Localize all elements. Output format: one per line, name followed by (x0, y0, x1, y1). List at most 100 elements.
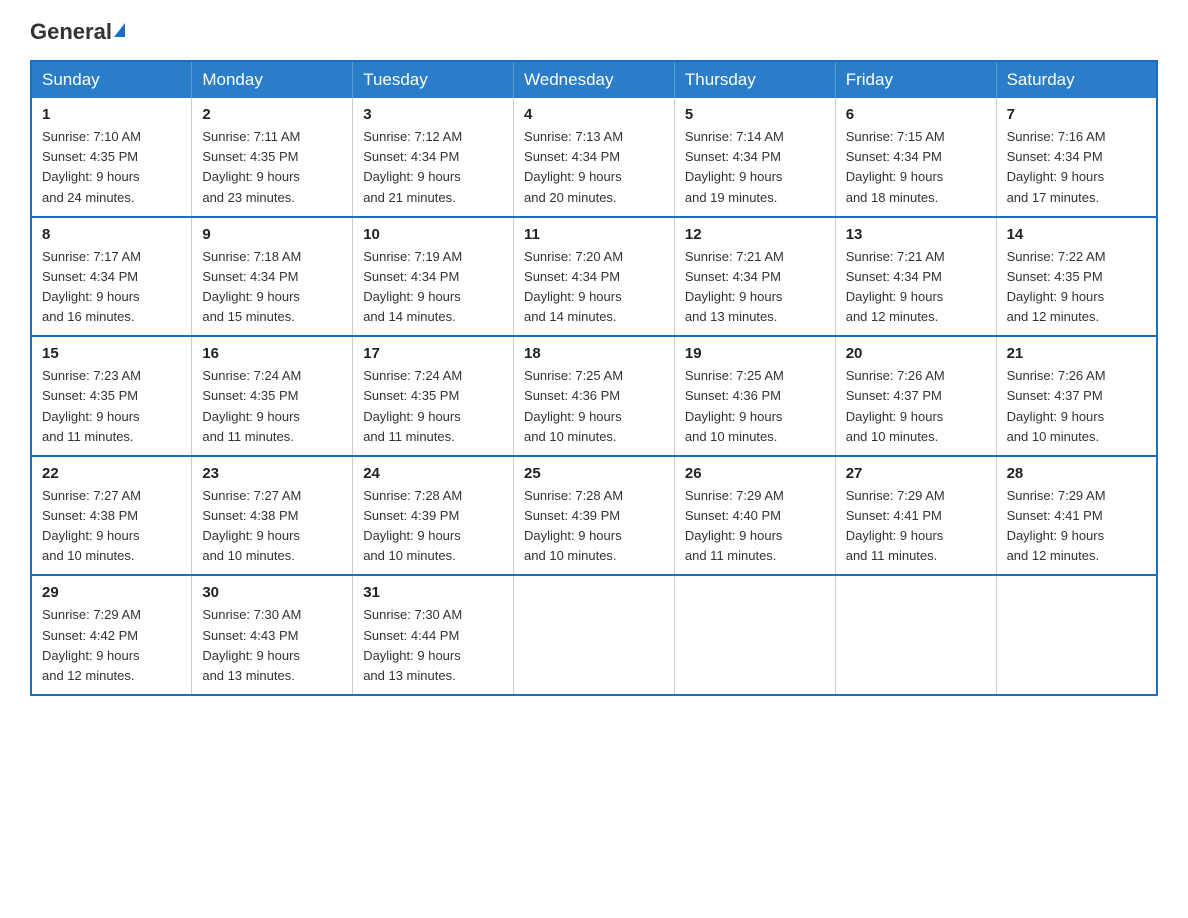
calendar-cell: 17 Sunrise: 7:24 AMSunset: 4:35 PMDayligh… (353, 336, 514, 456)
weekday-header-thursday: Thursday (674, 61, 835, 98)
day-info: Sunrise: 7:13 AMSunset: 4:34 PMDaylight:… (524, 127, 664, 208)
day-info: Sunrise: 7:28 AMSunset: 4:39 PMDaylight:… (363, 486, 503, 567)
weekday-header-monday: Monday (192, 61, 353, 98)
day-info: Sunrise: 7:26 AMSunset: 4:37 PMDaylight:… (1007, 366, 1146, 447)
calendar-cell: 29 Sunrise: 7:29 AMSunset: 4:42 PMDayligh… (31, 575, 192, 695)
day-info: Sunrise: 7:21 AMSunset: 4:34 PMDaylight:… (846, 247, 986, 328)
calendar-cell: 30 Sunrise: 7:30 AMSunset: 4:43 PMDayligh… (192, 575, 353, 695)
day-number: 16 (202, 345, 342, 362)
calendar-week-row: 8 Sunrise: 7:17 AMSunset: 4:34 PMDaylight… (31, 217, 1157, 337)
day-info: Sunrise: 7:15 AMSunset: 4:34 PMDaylight:… (846, 127, 986, 208)
day-number: 29 (42, 584, 181, 601)
day-number: 13 (846, 226, 986, 243)
day-number: 26 (685, 465, 825, 482)
day-info: Sunrise: 7:11 AMSunset: 4:35 PMDaylight:… (202, 127, 342, 208)
day-info: Sunrise: 7:29 AMSunset: 4:40 PMDaylight:… (685, 486, 825, 567)
day-info: Sunrise: 7:17 AMSunset: 4:34 PMDaylight:… (42, 247, 181, 328)
day-number: 8 (42, 226, 181, 243)
calendar-cell (996, 575, 1157, 695)
calendar-cell: 22 Sunrise: 7:27 AMSunset: 4:38 PMDayligh… (31, 456, 192, 576)
day-number: 18 (524, 345, 664, 362)
day-number: 6 (846, 106, 986, 123)
weekday-header-tuesday: Tuesday (353, 61, 514, 98)
day-info: Sunrise: 7:29 AMSunset: 4:41 PMDaylight:… (846, 486, 986, 567)
calendar-cell: 6 Sunrise: 7:15 AMSunset: 4:34 PMDaylight… (835, 98, 996, 217)
day-info: Sunrise: 7:26 AMSunset: 4:37 PMDaylight:… (846, 366, 986, 447)
calendar-cell: 10 Sunrise: 7:19 AMSunset: 4:34 PMDayligh… (353, 217, 514, 337)
day-info: Sunrise: 7:20 AMSunset: 4:34 PMDaylight:… (524, 247, 664, 328)
day-number: 14 (1007, 226, 1146, 243)
day-number: 11 (524, 226, 664, 243)
day-number: 25 (524, 465, 664, 482)
day-info: Sunrise: 7:22 AMSunset: 4:35 PMDaylight:… (1007, 247, 1146, 328)
day-info: Sunrise: 7:24 AMSunset: 4:35 PMDaylight:… (363, 366, 503, 447)
calendar-week-row: 22 Sunrise: 7:27 AMSunset: 4:38 PMDayligh… (31, 456, 1157, 576)
day-info: Sunrise: 7:25 AMSunset: 4:36 PMDaylight:… (685, 366, 825, 447)
day-info: Sunrise: 7:30 AMSunset: 4:43 PMDaylight:… (202, 605, 342, 686)
calendar-cell: 13 Sunrise: 7:21 AMSunset: 4:34 PMDayligh… (835, 217, 996, 337)
calendar-week-row: 1Sunrise: 7:10 AMSunset: 4:35 PMDaylight… (31, 98, 1157, 217)
day-number: 17 (363, 345, 503, 362)
weekday-header-row: SundayMondayTuesdayWednesdayThursdayFrid… (31, 61, 1157, 98)
calendar-cell: 31 Sunrise: 7:30 AMSunset: 4:44 PMDayligh… (353, 575, 514, 695)
day-info: Sunrise: 7:30 AMSunset: 4:44 PMDaylight:… (363, 605, 503, 686)
logo: General (30, 20, 125, 42)
calendar-cell (674, 575, 835, 695)
calendar-cell: 4 Sunrise: 7:13 AMSunset: 4:34 PMDaylight… (514, 98, 675, 217)
calendar-cell: 16 Sunrise: 7:24 AMSunset: 4:35 PMDayligh… (192, 336, 353, 456)
day-number: 4 (524, 106, 664, 123)
calendar-cell: 24 Sunrise: 7:28 AMSunset: 4:39 PMDayligh… (353, 456, 514, 576)
day-info: Sunrise: 7:23 AMSunset: 4:35 PMDaylight:… (42, 366, 181, 447)
calendar-cell: 14 Sunrise: 7:22 AMSunset: 4:35 PMDayligh… (996, 217, 1157, 337)
day-number: 30 (202, 584, 342, 601)
day-info: Sunrise: 7:18 AMSunset: 4:34 PMDaylight:… (202, 247, 342, 328)
day-info: Sunrise: 7:14 AMSunset: 4:34 PMDaylight:… (685, 127, 825, 208)
day-number: 10 (363, 226, 503, 243)
calendar-cell: 19 Sunrise: 7:25 AMSunset: 4:36 PMDayligh… (674, 336, 835, 456)
page-header: General (30, 20, 1158, 42)
weekday-header-wednesday: Wednesday (514, 61, 675, 98)
calendar-cell: 3 Sunrise: 7:12 AMSunset: 4:34 PMDaylight… (353, 98, 514, 217)
calendar-cell: 9Sunrise: 7:18 AMSunset: 4:34 PMDaylight… (192, 217, 353, 337)
day-number: 5 (685, 106, 825, 123)
day-info: Sunrise: 7:27 AMSunset: 4:38 PMDaylight:… (202, 486, 342, 567)
day-number: 27 (846, 465, 986, 482)
calendar-cell (835, 575, 996, 695)
calendar-cell: 18 Sunrise: 7:25 AMSunset: 4:36 PMDayligh… (514, 336, 675, 456)
day-info: Sunrise: 7:19 AMSunset: 4:34 PMDaylight:… (363, 247, 503, 328)
calendar-cell: 26 Sunrise: 7:29 AMSunset: 4:40 PMDayligh… (674, 456, 835, 576)
day-number: 15 (42, 345, 181, 362)
day-number: 12 (685, 226, 825, 243)
calendar-cell: 27 Sunrise: 7:29 AMSunset: 4:41 PMDayligh… (835, 456, 996, 576)
day-number: 3 (363, 106, 503, 123)
calendar-table: SundayMondayTuesdayWednesdayThursdayFrid… (30, 60, 1158, 696)
weekday-header-sunday: Sunday (31, 61, 192, 98)
calendar-cell: 28Sunrise: 7:29 AMSunset: 4:41 PMDayligh… (996, 456, 1157, 576)
calendar-cell: 7 Sunrise: 7:16 AMSunset: 4:34 PMDaylight… (996, 98, 1157, 217)
day-number: 1 (42, 106, 181, 123)
day-info: Sunrise: 7:29 AMSunset: 4:42 PMDaylight:… (42, 605, 181, 686)
day-info: Sunrise: 7:24 AMSunset: 4:35 PMDaylight:… (202, 366, 342, 447)
day-number: 28 (1007, 465, 1146, 482)
day-info: Sunrise: 7:16 AMSunset: 4:34 PMDaylight:… (1007, 127, 1146, 208)
day-number: 24 (363, 465, 503, 482)
day-number: 2 (202, 106, 342, 123)
day-number: 20 (846, 345, 986, 362)
calendar-cell: 25Sunrise: 7:28 AMSunset: 4:39 PMDayligh… (514, 456, 675, 576)
calendar-cell: 20 Sunrise: 7:26 AMSunset: 4:37 PMDayligh… (835, 336, 996, 456)
day-number: 31 (363, 584, 503, 601)
day-info: Sunrise: 7:12 AMSunset: 4:34 PMDaylight:… (363, 127, 503, 208)
calendar-cell: 5 Sunrise: 7:14 AMSunset: 4:34 PMDaylight… (674, 98, 835, 217)
day-number: 7 (1007, 106, 1146, 123)
day-info: Sunrise: 7:27 AMSunset: 4:38 PMDaylight:… (42, 486, 181, 567)
day-number: 19 (685, 345, 825, 362)
day-number: 22 (42, 465, 181, 482)
day-info: Sunrise: 7:25 AMSunset: 4:36 PMDaylight:… (524, 366, 664, 447)
calendar-cell: 12Sunrise: 7:21 AMSunset: 4:34 PMDayligh… (674, 217, 835, 337)
weekday-header-friday: Friday (835, 61, 996, 98)
calendar-cell: 11 Sunrise: 7:20 AMSunset: 4:34 PMDayligh… (514, 217, 675, 337)
calendar-cell (514, 575, 675, 695)
calendar-cell: 2 Sunrise: 7:11 AMSunset: 4:35 PMDaylight… (192, 98, 353, 217)
weekday-header-saturday: Saturday (996, 61, 1157, 98)
day-number: 23 (202, 465, 342, 482)
